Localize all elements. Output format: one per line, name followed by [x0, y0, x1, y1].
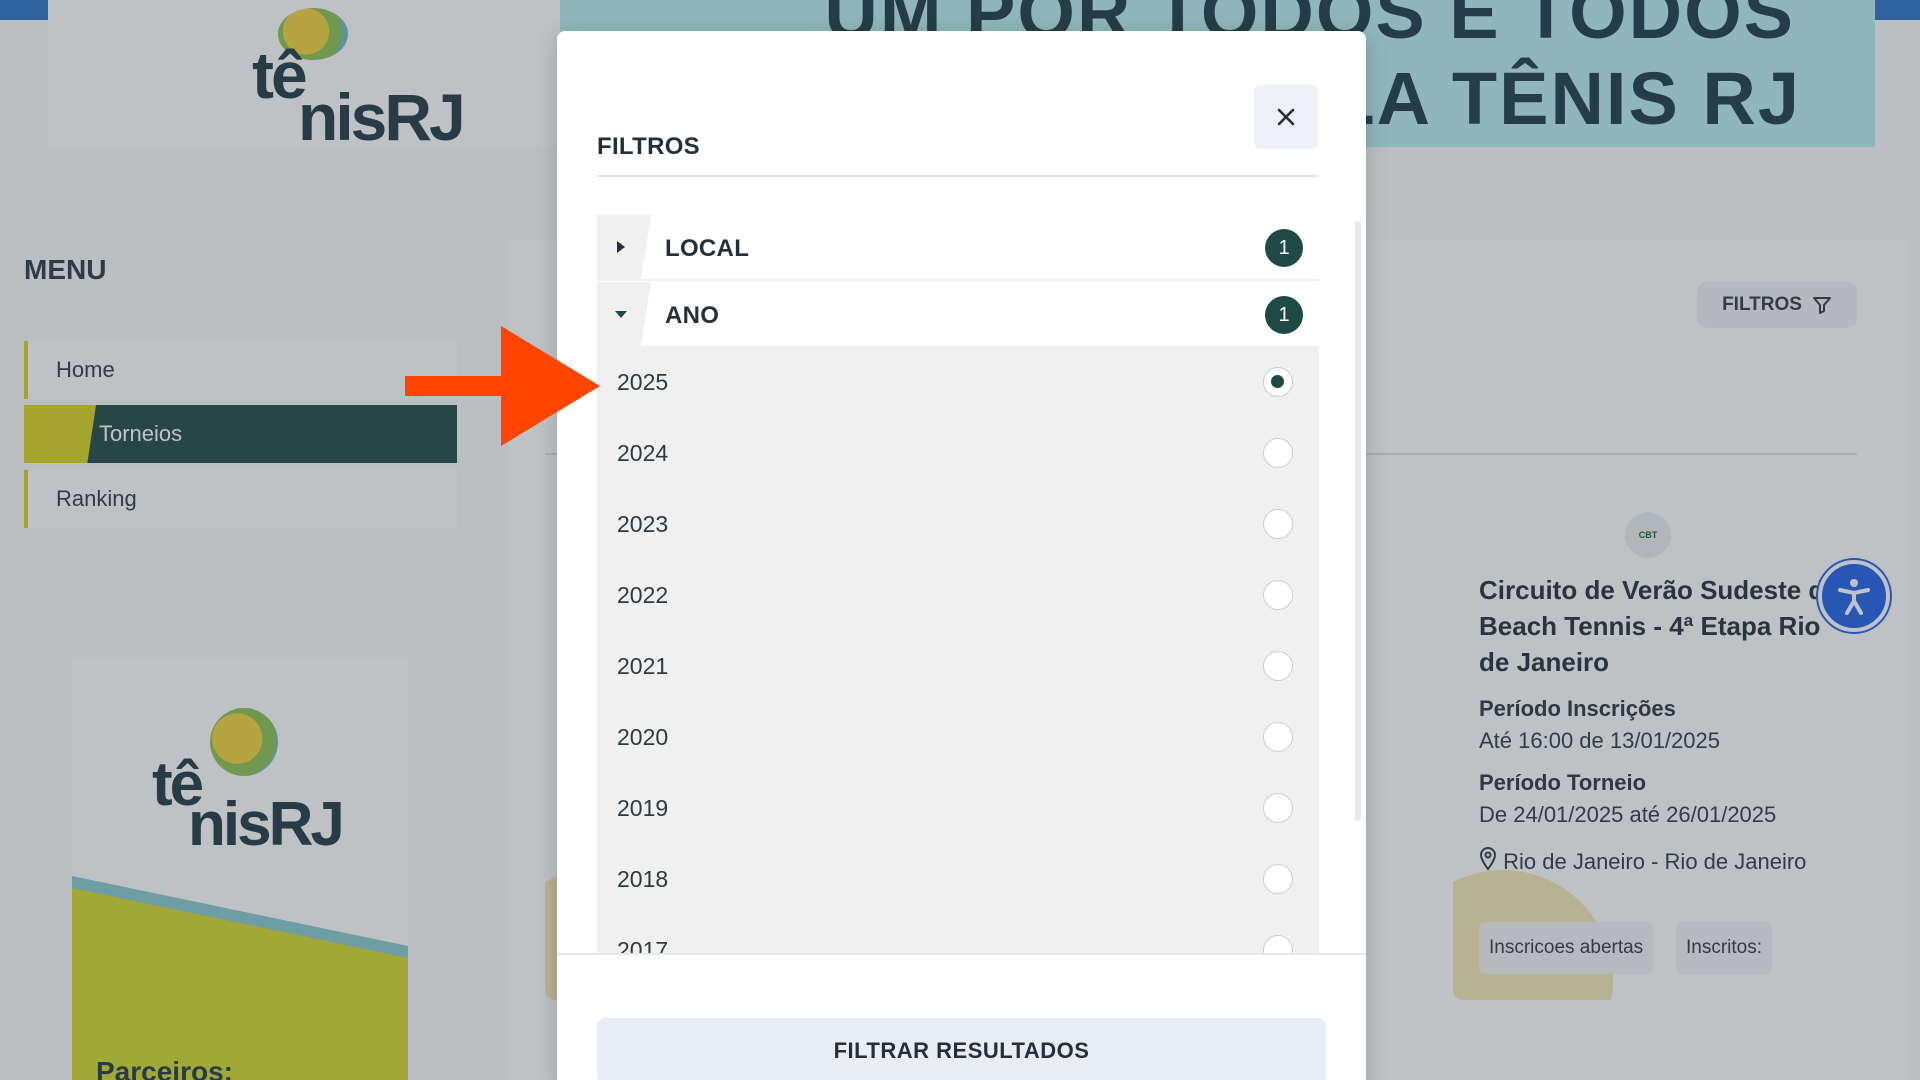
close-icon [1277, 108, 1295, 126]
year-option-2022[interactable]: 2022 [597, 560, 1319, 631]
radio-unselected[interactable] [1263, 864, 1293, 894]
year-label: 2022 [617, 582, 669, 608]
year-option-2024[interactable]: 2024 [597, 418, 1319, 489]
filter-results-button[interactable]: FILTRAR RESULTADOS [597, 1018, 1326, 1080]
year-option-2018[interactable]: 2018 [597, 844, 1319, 915]
accordion-tab [641, 282, 1319, 346]
year-label: 2017 [617, 937, 669, 953]
filter-list[interactable]: LOCAL 1 ANO 1 2025 2024 2023 2022 2021 2… [597, 215, 1319, 953]
year-option-2023[interactable]: 2023 [597, 489, 1319, 560]
year-option-2019[interactable]: 2019 [597, 773, 1319, 844]
filters-modal: FILTROS LOCAL 1 ANO 1 2025 2024 2023 202… [557, 31, 1366, 1080]
caret-right-icon [611, 237, 631, 257]
year-label: 2025 [617, 369, 669, 395]
close-button[interactable] [1254, 85, 1318, 149]
count-badge: 1 [1265, 229, 1303, 267]
year-label: 2023 [617, 511, 669, 537]
year-label: 2018 [617, 866, 669, 892]
accordion-ano[interactable]: ANO 1 [597, 282, 1319, 348]
accordion-label: LOCAL [665, 235, 750, 262]
accordion-label: ANO [665, 302, 720, 329]
accordion-local[interactable]: LOCAL 1 [597, 215, 1319, 281]
year-label: 2020 [617, 724, 669, 750]
radio-unselected[interactable] [1263, 580, 1293, 610]
annotation-arrow-icon [405, 326, 600, 446]
radio-unselected[interactable] [1263, 793, 1293, 823]
year-label: 2024 [617, 440, 669, 466]
year-label: 2021 [617, 653, 669, 679]
count-badge: 1 [1265, 296, 1303, 334]
year-option-2017[interactable]: 2017 [597, 915, 1319, 953]
radio-unselected[interactable] [1263, 651, 1293, 681]
radio-unselected[interactable] [1263, 509, 1293, 539]
radio-unselected[interactable] [1263, 935, 1293, 953]
modal-scrollbar[interactable] [1355, 221, 1361, 821]
year-option-2021[interactable]: 2021 [597, 631, 1319, 702]
year-option-2020[interactable]: 2020 [597, 702, 1319, 773]
footer-divider [557, 953, 1366, 955]
caret-down-icon [611, 304, 631, 324]
header-divider [597, 175, 1318, 177]
year-options: 2025 2024 2023 2022 2021 2020 2019 2018 … [597, 347, 1319, 953]
year-label: 2019 [617, 795, 669, 821]
radio-unselected[interactable] [1263, 438, 1293, 468]
modal-title: FILTROS [597, 133, 700, 160]
radio-unselected[interactable] [1263, 722, 1293, 752]
year-option-2025[interactable]: 2025 [597, 347, 1319, 418]
radio-selected[interactable] [1263, 367, 1293, 397]
